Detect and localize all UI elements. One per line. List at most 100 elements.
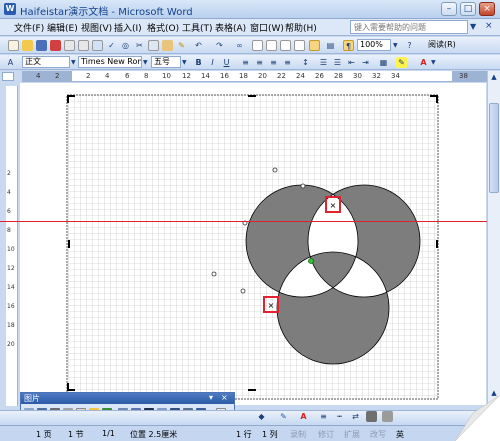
arrow-style-icon[interactable]: ⇄ [350,411,361,422]
style-dropdown-icon[interactable]: ▼ [71,59,76,66]
copy-icon[interactable] [148,40,159,51]
menu-tools[interactable]: 工具(T) [182,21,213,34]
status-ovr[interactable]: 改写 [370,429,386,440]
menu-edit[interactable]: 编辑(E) [47,21,78,34]
status-trk[interactable]: 修订 [318,429,334,440]
read-mode-button[interactable]: 阅读(R) [428,39,456,50]
menu-window[interactable]: 窗口(W) [250,21,284,34]
hyperlink-icon[interactable]: ∞ [234,40,245,51]
canvas-edge-handle[interactable] [248,95,256,97]
canvas-edge-handle[interactable] [248,389,256,391]
show-hide-icon[interactable]: ¶ [343,40,354,51]
help-icon[interactable]: ? [404,40,415,51]
align-center-icon[interactable]: ≡ [254,57,265,68]
selection-handle[interactable] [211,271,217,277]
border-icon[interactable]: ▦ [378,57,389,68]
paste-icon[interactable] [162,40,173,51]
menu-view[interactable]: 视图(V) [81,21,112,34]
zoom-select[interactable]: 100% [357,39,391,51]
underline-button[interactable]: U [221,57,232,68]
rotation-handle[interactable] [308,258,314,264]
maximize-button[interactable]: □ [460,2,476,16]
new-document-icon[interactable] [8,40,19,51]
print-preview-icon[interactable] [92,40,103,51]
3d-style-icon[interactable] [382,411,393,422]
zoom-dropdown-icon[interactable]: ▼ [393,42,398,49]
align-right-icon[interactable]: ≡ [268,57,279,68]
italic-button[interactable]: I [207,57,218,68]
align-left-icon[interactable]: ≡ [240,57,251,68]
insert-table-icon[interactable] [266,40,277,51]
scroll-up-icon[interactable]: ▲ [489,73,499,83]
insert-excel-icon[interactable] [280,40,291,51]
line-color-icon[interactable]: ✎ [278,411,289,422]
selection-handle[interactable] [240,288,246,294]
redo-icon[interactable]: ↷ [214,40,225,51]
selection-handle[interactable] [272,167,278,173]
spelling-icon[interactable]: ✓ [106,40,117,51]
menu-file[interactable]: 文件(F) [14,21,44,34]
menu-help[interactable]: 帮助(H) [285,21,317,34]
font-size-dropdown-icon[interactable]: ▼ [182,59,187,66]
fill-color-icon[interactable]: ◆ [256,411,267,422]
save-icon[interactable] [36,40,47,51]
ruler-label: 6 [7,208,11,215]
toolbar-options-icon[interactable]: ▾ [209,393,213,402]
permission-icon[interactable] [50,40,61,51]
line-style-drawing-icon[interactable]: ≡ [318,411,329,422]
drawing-canvas[interactable]: × × [20,83,486,405]
status-ext[interactable]: 扩展 [344,429,360,440]
font-color-dropdown-icon[interactable]: ▼ [431,59,436,66]
numbering-icon[interactable]: ☰ [318,57,329,68]
help-search-input[interactable] [350,20,468,34]
bullets-icon[interactable]: ☰ [332,57,343,68]
research-icon[interactable]: ◎ [120,40,131,51]
close-document-icon[interactable]: × [485,21,493,31]
increase-indent-icon[interactable]: ⇥ [360,57,371,68]
menu-table[interactable]: 表格(A) [215,21,246,34]
format-painter-icon[interactable]: ✎ [176,40,187,51]
font-select[interactable]: Times New Roman [78,56,142,68]
page-curl-corner [455,395,500,441]
font-size-select[interactable]: 五号 [151,56,181,68]
print-icon[interactable] [78,40,89,51]
dash-style-icon[interactable]: ┅ [334,411,345,422]
canvas-edge-handle[interactable] [68,240,70,248]
highlight-icon[interactable]: ✎ [396,57,407,68]
menu-insert[interactable]: 插入(I) [114,21,142,34]
decrease-indent-icon[interactable]: ⇤ [346,57,357,68]
document-map-icon[interactable]: ▤ [325,40,336,51]
drawing-font-color-icon[interactable]: A [298,411,309,422]
canvas-edge-handle[interactable] [436,240,438,248]
cut-icon[interactable]: ✂ [134,40,145,51]
intersection-marker-icon: × [268,301,275,310]
font-color-icon[interactable]: A [418,57,429,68]
styles-pane-icon[interactable]: A [6,57,15,68]
open-folder-icon[interactable] [22,40,33,51]
horizontal-ruler[interactable]: 4 2 2 4 6 8 10 12 14 16 18 20 22 24 26 2… [22,71,488,82]
selection-handle[interactable] [300,183,306,189]
line-spacing-icon[interactable]: ↕ [300,57,311,68]
columns-icon[interactable] [294,40,305,51]
drawing-toggle-icon[interactable] [309,40,320,51]
document-page[interactable]: × × [20,83,486,405]
picture-toolbar-close-icon[interactable]: × [221,393,228,402]
vertical-ruler[interactable]: 2 4 6 8 10 12 14 16 18 20 [6,86,18,406]
shadow-style-icon[interactable] [366,411,377,422]
scroll-thumb[interactable] [489,103,499,193]
bold-button[interactable]: B [193,57,204,68]
tables-borders-icon[interactable] [252,40,263,51]
minimize-button[interactable]: – [441,2,457,16]
tab-selector[interactable] [2,72,14,81]
status-rec[interactable]: 录制 [290,429,306,440]
vertical-scrollbar[interactable]: ▲ ▲ ● [487,71,500,411]
justify-icon[interactable]: ≡ [282,57,293,68]
style-select[interactable]: 正文 [22,56,70,68]
close-button[interactable]: × [479,2,495,16]
word-app-icon[interactable]: W [4,3,16,15]
menu-format[interactable]: 格式(O) [147,21,179,34]
font-dropdown-icon[interactable]: ▼ [143,59,148,66]
undo-icon[interactable]: ↶ [193,40,204,51]
help-search-dropdown-icon[interactable]: ▼ [470,22,476,31]
email-icon[interactable] [64,40,75,51]
